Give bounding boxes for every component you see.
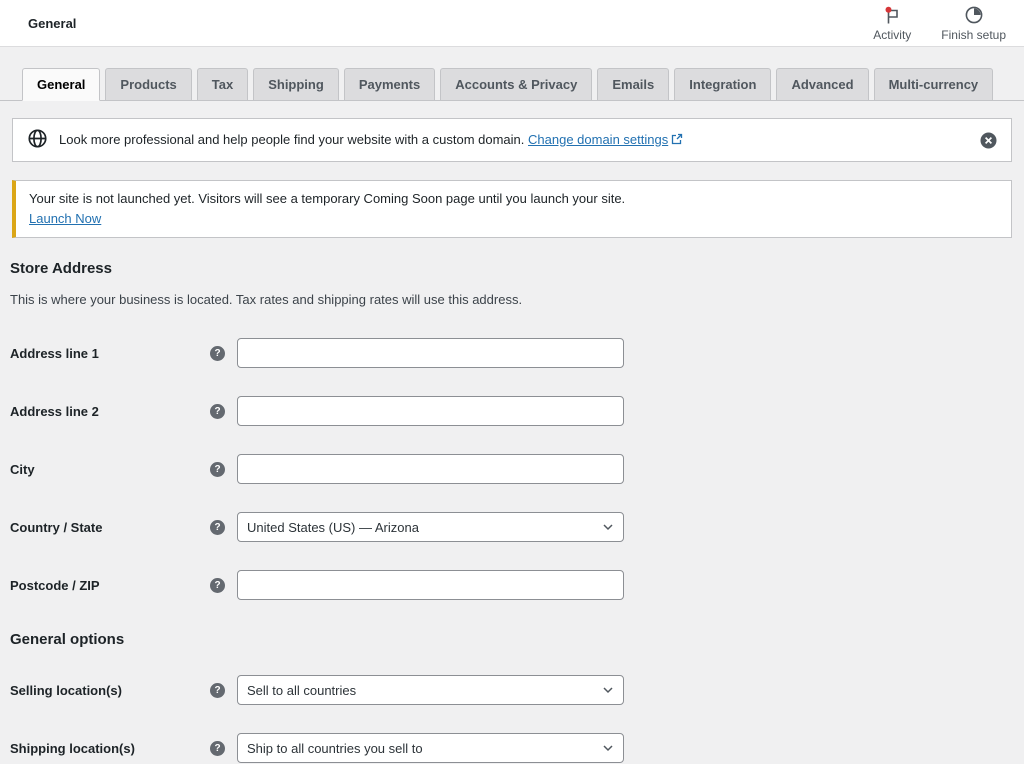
address-line-2-input[interactable] xyxy=(237,396,624,426)
address-line-1-label: Address line 1 xyxy=(10,346,210,361)
custom-domain-notice: Look more professional and help people f… xyxy=(12,118,1012,162)
tab-tax[interactable]: Tax xyxy=(197,68,248,101)
postcode-zip-label: Postcode / ZIP xyxy=(10,578,210,593)
launch-notice-text: Your site is not launched yet. Visitors … xyxy=(29,189,997,209)
country-state-label: Country / State xyxy=(10,520,210,535)
country-state-select[interactable]: United States (US) — Arizona xyxy=(237,512,624,542)
finish-setup-label: Finish setup xyxy=(941,28,1006,42)
store-address-description: This is where your business is located. … xyxy=(10,291,1014,309)
tab-products[interactable]: Products xyxy=(105,68,191,101)
activity-button[interactable]: Activity xyxy=(873,5,911,42)
pie-clock-icon xyxy=(963,5,985,27)
general-options-form: Selling location(s) ? Sell to all countr… xyxy=(10,661,1014,764)
tab-advanced[interactable]: Advanced xyxy=(776,68,868,101)
postcode-zip-input[interactable] xyxy=(237,570,624,600)
dismiss-notice-button[interactable] xyxy=(980,132,997,149)
top-bar: General Activity xyxy=(0,0,1024,47)
form-row-address-line-2: Address line 2 ? xyxy=(10,382,1014,440)
address-line-2-label: Address line 2 xyxy=(10,404,210,419)
settings-content: Look more professional and help people f… xyxy=(0,118,1024,764)
custom-domain-notice-text: Look more professional and help people f… xyxy=(59,130,683,151)
help-icon[interactable]: ? xyxy=(210,520,225,535)
settings-tab-bar: General Products Tax Shipping Payments A… xyxy=(0,47,1024,101)
woocommerce-settings-page: General Activity xyxy=(0,0,1024,764)
page-title: General xyxy=(28,16,76,31)
address-line-1-input[interactable] xyxy=(237,338,624,368)
tab-integration[interactable]: Integration xyxy=(674,68,771,101)
tab-payments[interactable]: Payments xyxy=(344,68,435,101)
finish-setup-button[interactable]: Finish setup xyxy=(941,5,1006,42)
general-options-heading: General options xyxy=(10,631,1014,648)
shipping-locations-label: Shipping location(s) xyxy=(10,741,210,756)
help-icon[interactable]: ? xyxy=(210,462,225,477)
change-domain-settings-link[interactable]: Change domain settings xyxy=(528,132,668,147)
launch-now-link[interactable]: Launch Now xyxy=(29,211,101,226)
tab-general[interactable]: General xyxy=(22,68,100,101)
help-icon[interactable]: ? xyxy=(210,404,225,419)
help-icon[interactable]: ? xyxy=(210,683,225,698)
shipping-locations-select[interactable]: Ship to all countries you sell to xyxy=(237,733,624,763)
form-row-postcode-zip: Postcode / ZIP ? xyxy=(10,556,1014,614)
help-icon[interactable]: ? xyxy=(210,346,225,361)
tab-shipping[interactable]: Shipping xyxy=(253,68,339,101)
top-bar-actions: Activity Finish setup xyxy=(873,5,1006,42)
activity-label: Activity xyxy=(873,28,911,42)
tab-multi-currency[interactable]: Multi-currency xyxy=(874,68,994,101)
form-row-shipping-locations: Shipping location(s) ? Ship to all count… xyxy=(10,719,1014,764)
selling-locations-label: Selling location(s) xyxy=(10,683,210,698)
selling-locations-select[interactable]: Sell to all countries xyxy=(237,675,624,705)
city-label: City xyxy=(10,462,210,477)
flag-icon xyxy=(881,5,903,27)
store-address-heading: Store Address xyxy=(10,260,1014,277)
help-icon[interactable]: ? xyxy=(210,578,225,593)
form-row-address-line-1: Address line 1 ? xyxy=(10,324,1014,382)
tab-emails[interactable]: Emails xyxy=(597,68,669,101)
form-row-city: City ? xyxy=(10,440,1014,498)
globe-icon xyxy=(27,128,48,152)
form-row-selling-locations: Selling location(s) ? Sell to all countr… xyxy=(10,661,1014,719)
store-address-form: Address line 1 ? Address line 2 ? City ?… xyxy=(10,324,1014,614)
help-icon[interactable]: ? xyxy=(210,741,225,756)
launch-notice: Your site is not launched yet. Visitors … xyxy=(12,180,1012,238)
external-link-icon xyxy=(671,131,683,151)
city-input[interactable] xyxy=(237,454,624,484)
custom-domain-message: Look more professional and help people f… xyxy=(59,132,524,147)
tab-accounts-privacy[interactable]: Accounts & Privacy xyxy=(440,68,592,101)
form-row-country-state: Country / State ? United States (US) — A… xyxy=(10,498,1014,556)
